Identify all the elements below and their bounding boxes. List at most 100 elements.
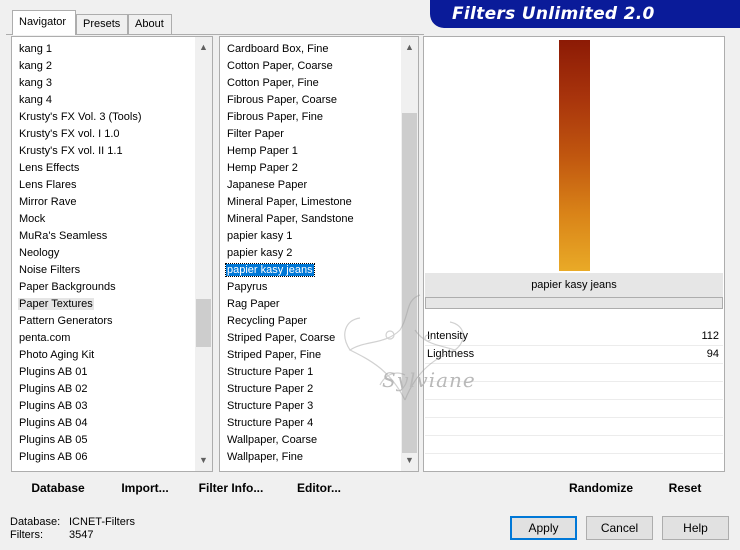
list-item[interactable]: Structure Paper 4	[220, 415, 402, 432]
list-item[interactable]: Plugins AB 05	[12, 432, 196, 449]
scroll-up-icon[interactable]: ▲	[401, 39, 418, 56]
param-intensity-value[interactable]: 112	[701, 328, 719, 345]
editor-button[interactable]: Editor...	[284, 478, 354, 498]
list-item-label: Mirror Rave	[19, 196, 77, 208]
list-item[interactable]: Wallpaper, Coarse	[220, 432, 402, 449]
apply-button[interactable]: Apply	[510, 516, 577, 540]
list-item[interactable]: Mineral Paper, Limestone	[220, 194, 402, 211]
list-item[interactable]: papier kasy jeans	[220, 262, 402, 279]
list-item[interactable]: Mirror Rave	[12, 194, 196, 211]
list-item-label: Lens Effects	[19, 162, 80, 174]
list-item[interactable]: Cardboard Box, Fine	[220, 41, 402, 58]
list-item-label: Papyrus	[227, 281, 268, 293]
list-item[interactable]: Noise Filters	[12, 262, 196, 279]
category-scroll-thumb[interactable]	[196, 299, 211, 347]
list-item-label: Photo Aging Kit	[19, 349, 95, 361]
list-item[interactable]: papier kasy 1	[220, 228, 402, 245]
list-item[interactable]: Hemp Paper 2	[220, 160, 402, 177]
list-item[interactable]: Cotton Paper, Coarse	[220, 58, 402, 75]
list-item-label: Structure Paper 1	[227, 366, 314, 378]
list-item-label: Cotton Paper, Fine	[227, 77, 319, 89]
tab-presets[interactable]: Presets	[76, 14, 128, 34]
list-item[interactable]: kang 2	[12, 58, 196, 75]
list-item-label: papier kasy 1	[227, 230, 293, 242]
scroll-down-icon[interactable]: ▼	[195, 452, 212, 469]
list-item[interactable]: Hemp Paper 1	[220, 143, 402, 160]
scroll-up-icon[interactable]: ▲	[195, 39, 212, 56]
list-item[interactable]: kang 1	[12, 41, 196, 58]
list-item-label: Striped Paper, Fine	[227, 349, 322, 361]
list-item-label: kang 2	[19, 60, 53, 72]
param-divider	[425, 453, 723, 454]
list-item-label: papier kasy jeans	[225, 263, 315, 277]
list-item[interactable]: Plugins AB 03	[12, 398, 196, 415]
list-item[interactable]: Krusty's FX vol. I 1.0	[12, 126, 196, 143]
param-lightness-value[interactable]: 94	[707, 346, 719, 363]
list-item-label: Lens Flares	[19, 179, 77, 191]
list-item-label: penta.com	[19, 332, 71, 344]
list-item[interactable]: papier kasy 2	[220, 245, 402, 262]
preview-image	[559, 40, 590, 271]
list-item[interactable]: Fibrous Paper, Coarse	[220, 92, 402, 109]
category-scrollbar[interactable]: ▲ ▼	[195, 37, 212, 471]
list-item[interactable]: Mock	[12, 211, 196, 228]
list-item[interactable]: kang 4	[12, 92, 196, 109]
list-item[interactable]: Krusty's FX Vol. 3 (Tools)	[12, 109, 196, 126]
list-item[interactable]: Krusty's FX vol. II 1.1	[12, 143, 196, 160]
list-item[interactable]: Paper Backgrounds	[12, 279, 196, 296]
list-item[interactable]: Neology	[12, 245, 196, 262]
list-item[interactable]: penta.com	[12, 330, 196, 347]
list-item[interactable]: MuRa's Seamless	[12, 228, 196, 245]
list-item-label: Paper Textures	[18, 298, 94, 310]
list-item-label: MuRa's Seamless	[19, 230, 108, 242]
watermark-text: Sylviane	[382, 368, 476, 392]
list-item-label: Cardboard Box, Fine	[227, 43, 329, 55]
list-item[interactable]: Pattern Generators	[12, 313, 196, 330]
list-item[interactable]: Plugins AB 04	[12, 415, 196, 432]
scroll-down-icon[interactable]: ▼	[401, 452, 418, 469]
tab-navigator[interactable]: Navigator	[12, 10, 76, 35]
filters-count-value: 3547	[69, 529, 94, 541]
help-button[interactable]: Help	[662, 516, 729, 540]
list-item[interactable]: Lens Effects	[12, 160, 196, 177]
reset-button[interactable]: Reset	[656, 478, 714, 498]
list-item[interactable]: Paper Textures	[12, 296, 196, 313]
cancel-button[interactable]: Cancel	[586, 516, 653, 540]
list-item-label: Plugins AB 06	[19, 451, 88, 463]
list-item-label: Krusty's FX vol. I 1.0	[19, 128, 120, 140]
list-item[interactable]: Wallpaper, Fine	[220, 449, 402, 466]
database-value: ICNET-Filters	[69, 516, 135, 528]
list-item-label: Cotton Paper, Coarse	[227, 60, 333, 72]
list-item[interactable]: Plugins AB 01	[12, 364, 196, 381]
list-item[interactable]: kang 3	[12, 75, 196, 92]
import-button[interactable]: Import...	[108, 478, 182, 498]
list-item-label: Hemp Paper 2	[227, 162, 298, 174]
list-item[interactable]: Cotton Paper, Fine	[220, 75, 402, 92]
category-list-panel: kang 1 kang 2 kang 3 kang 4 Krusty's FX Vol.…	[11, 36, 213, 472]
list-item-label: Wallpaper, Fine	[227, 451, 304, 463]
list-item-label: kang 1	[19, 43, 53, 55]
list-item-label: Noise Filters	[19, 264, 81, 276]
list-item-label: Striped Paper, Coarse	[227, 332, 336, 344]
list-item-label: Structure Paper 2	[227, 383, 314, 395]
list-item-label: Fibrous Paper, Fine	[227, 111, 323, 123]
category-list[interactable]: kang 1 kang 2 kang 3 kang 4 Krusty's FX Vol.…	[12, 37, 196, 466]
list-item[interactable]: Filter Paper	[220, 126, 402, 143]
list-item[interactable]: Photo Aging Kit	[12, 347, 196, 364]
filter-info-button[interactable]: Filter Info...	[192, 478, 270, 498]
list-item-label: Mineral Paper, Sandstone	[227, 213, 354, 225]
list-item-label: papier kasy 2	[227, 247, 293, 259]
param-divider	[425, 417, 723, 418]
list-item[interactable]: Plugins AB 02	[12, 381, 196, 398]
list-item[interactable]: Lens Flares	[12, 177, 196, 194]
list-item-label: Structure Paper 4	[227, 417, 314, 429]
list-item[interactable]: Plugins AB 06	[12, 449, 196, 466]
list-item[interactable]: Mineral Paper, Sandstone	[220, 211, 402, 228]
randomize-button[interactable]: Randomize	[560, 478, 642, 498]
list-item[interactable]: Fibrous Paper, Fine	[220, 109, 402, 126]
tab-about[interactable]: About	[128, 14, 172, 34]
list-item[interactable]: Japanese Paper	[220, 177, 402, 194]
database-button[interactable]: Database	[18, 478, 98, 498]
list-item-label: Japanese Paper	[227, 179, 308, 191]
list-item-label: Neology	[19, 247, 60, 259]
